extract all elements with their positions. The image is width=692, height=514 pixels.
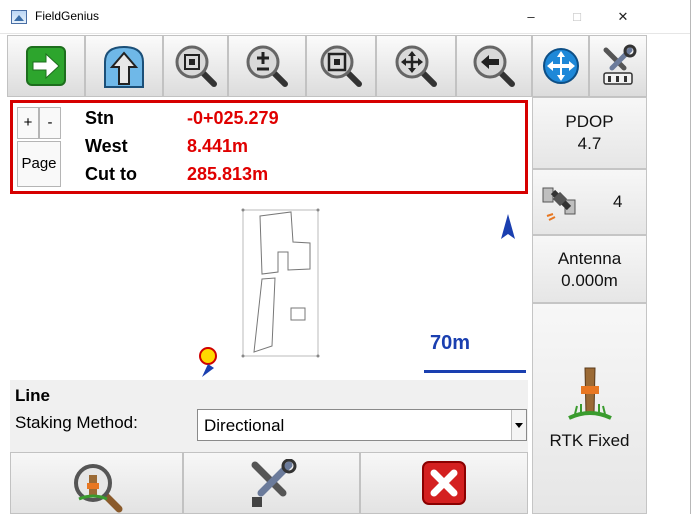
map-view[interactable]: 70m (10, 194, 528, 380)
app-icon (11, 10, 27, 24)
page-button[interactable]: Page (17, 141, 61, 187)
pan-button[interactable] (376, 35, 456, 97)
staking-method-select[interactable]: Directional (197, 409, 527, 441)
satellite-icon (542, 187, 576, 221)
title-bar: FieldGenius – □ ✕ (0, 0, 690, 34)
cut-label: Cut to (85, 164, 137, 184)
tools-button[interactable] (183, 452, 360, 514)
zoom-extents-button[interactable] (163, 35, 228, 97)
pdop-button[interactable]: PDOP 4.7 (532, 97, 647, 169)
main-toolbar (7, 35, 647, 97)
close-button[interactable]: ✕ (600, 0, 646, 33)
satellites-button[interactable]: 4 (532, 169, 647, 235)
inspect-button[interactable] (10, 452, 183, 514)
line-panel: Line Staking Method: Directional (10, 380, 528, 452)
maximize-button[interactable]: □ (554, 0, 600, 33)
rtk-status-label: RTK Fixed (549, 431, 630, 450)
zoom-plus-button[interactable]: + (17, 107, 39, 139)
status-column: PDOP 4.7 4 Antenna 0.000m RTK Fixed (532, 97, 647, 514)
zoom-window-button[interactable] (306, 35, 376, 97)
scale-bar (424, 370, 526, 373)
west-value: 8.441m (187, 136, 249, 156)
stakeout-info-panel: + - Page Stn -0+025.279 West 8.441m Cut … (10, 100, 528, 194)
zoom-minus-button[interactable]: - (39, 107, 61, 139)
inspect-icon (73, 464, 122, 513)
antenna-value: 0.000m (561, 271, 618, 290)
staking-method-label: Staking Method: (15, 413, 138, 432)
staking-method-value: Directional (204, 416, 285, 435)
antenna-label: Antenna (557, 249, 622, 268)
up-arrow-home-icon (104, 45, 144, 88)
north-arrow-icon (501, 214, 515, 239)
panel-title: Line (15, 386, 50, 405)
cancel-icon (422, 461, 466, 505)
forward-arrow-icon (26, 46, 66, 86)
scale-label: 70m (430, 332, 471, 354)
dropdown-arrow-icon[interactable] (511, 410, 526, 440)
station-value: -0+025.279 (187, 108, 279, 128)
settings-tools-icon (603, 44, 637, 85)
cut-value: 285.813m (187, 164, 269, 184)
globe-icon (542, 48, 579, 84)
west-label: West (85, 136, 128, 156)
zoom-window-icon (320, 45, 362, 87)
satellite-count: 4 (613, 192, 623, 211)
cancel-button[interactable] (360, 452, 528, 514)
zoom-previous-icon (473, 45, 515, 87)
station-label: Stn (85, 108, 114, 128)
zoom-in-out-button[interactable] (228, 35, 306, 97)
tools-icon (251, 459, 296, 507)
window-title: FieldGenius (35, 9, 100, 23)
pan-icon (395, 45, 437, 87)
forward-button[interactable] (7, 35, 85, 97)
rtk-receiver-icon (568, 367, 612, 420)
home-up-button[interactable] (85, 35, 163, 97)
rtk-status-button[interactable]: RTK Fixed (532, 303, 647, 514)
zoom-extents-icon (175, 45, 217, 87)
pdop-label: PDOP (565, 112, 614, 131)
zoom-previous-button[interactable] (456, 35, 532, 97)
globe-button[interactable] (532, 35, 589, 97)
bottom-toolbar (10, 452, 528, 514)
minimize-button[interactable]: – (508, 0, 554, 33)
antenna-button[interactable]: Antenna 0.000m (532, 235, 647, 303)
pdop-value: 4.7 (577, 134, 602, 153)
settings-button[interactable] (589, 35, 647, 97)
zoom-in-out-icon (246, 45, 288, 87)
position-marker-icon (199, 347, 217, 377)
app-window: FieldGenius – □ ✕ + - Page Stn -0+025.27… (0, 0, 691, 514)
